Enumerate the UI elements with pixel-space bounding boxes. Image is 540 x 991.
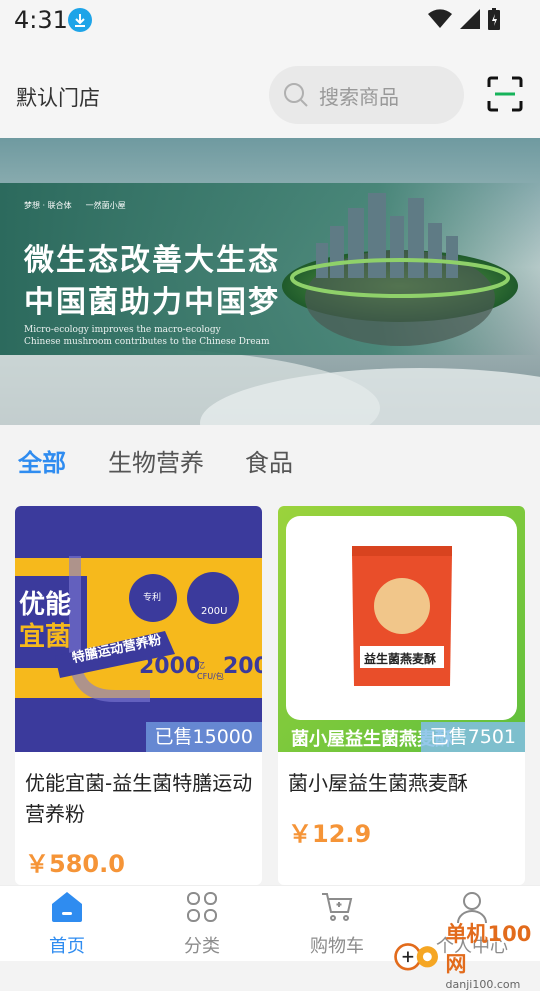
download-icon	[68, 8, 92, 32]
watermark-en: danji100.com	[445, 978, 521, 991]
product-card[interactable]: 优能 宜菌 特膳运动营养粉 专利 200U 2000 亿 CFU/包 2000 …	[15, 506, 262, 885]
product-name: 优能宜菌-益生菌特膳运动营养粉	[25, 771, 253, 826]
status-time: 4:31	[14, 6, 68, 34]
tab-food[interactable]: 食品	[245, 443, 293, 478]
top-header: 默认门店 搜索商品	[0, 52, 540, 138]
product-image-badge-2: 200U	[201, 606, 228, 617]
promo-banner[interactable]: 梦想 · 联合体 一然菌小屋 微生态改善大生态 中国菌助力中国梦 Micro-e…	[0, 138, 540, 425]
cart-icon	[322, 893, 353, 921]
nav-home-label: 首页	[49, 936, 85, 957]
search-icon	[284, 83, 308, 107]
banner-headline-1: 微生态改善大生态	[24, 243, 280, 278]
brand-left: 梦想 · 联合体	[24, 201, 72, 210]
sold-count-badge: 已售15000	[145, 722, 262, 752]
nav-cart-label: 购物车	[310, 936, 364, 957]
scan-icon[interactable]	[487, 76, 523, 112]
nav-category-label: 分类	[184, 936, 220, 957]
tab-bio-nutrition[interactable]: 生物营养	[108, 443, 204, 478]
product-image-stat-1-unit: 亿 CFU/包	[197, 661, 224, 681]
nav-category[interactable]: 分类	[157, 890, 247, 958]
product-image-title-2: 宜菌	[19, 622, 72, 652]
store-selector[interactable]: 默认门店	[16, 82, 100, 112]
search-input[interactable]: 搜索商品	[269, 66, 464, 124]
search-placeholder: 搜索商品	[319, 84, 399, 109]
category-tabs: 全部 生物营养 食品	[0, 425, 540, 493]
wifi-icon	[428, 9, 452, 28]
signal-icon	[460, 9, 480, 29]
nav-cart[interactable]: 购物车	[292, 890, 382, 958]
product-image-stat-1: 2000	[139, 654, 201, 679]
battery-icon	[488, 8, 500, 30]
product-image-badge-1: 专利	[143, 593, 162, 603]
watermark-cn: 单机100网	[445, 922, 532, 976]
product-price: ￥580.0	[25, 850, 125, 878]
banner-brand: 梦想 · 联合体 一然菌小屋	[24, 200, 126, 211]
status-bar: 4:31	[0, 0, 540, 52]
tab-all[interactable]: 全部	[18, 443, 66, 478]
nav-home[interactable]: 首页	[22, 890, 112, 958]
product-image-stat-2: 2000	[223, 654, 262, 679]
product-card[interactable]: 益生菌燕麦酥 菌小屋益生菌燕麦酥 已售7501 菌小屋益生菌燕麦酥 ￥12.9	[278, 506, 525, 885]
brand-right: 一然菌小屋	[85, 201, 126, 210]
banner-text: 微生态改善大生态 中国菌助力中国梦 Micro-ecology improves…	[24, 240, 280, 348]
banner-subtitle-1: Micro-ecology improves the macro-ecology	[24, 325, 221, 335]
sold-count-badge: 已售7501	[420, 722, 525, 752]
banner-subtitle-2: Chinese mushroom contributes to the Chin…	[24, 337, 270, 347]
watermark: 单机100网 danji100.com	[392, 918, 540, 991]
product-price: ￥12.9	[288, 820, 372, 848]
home-icon	[52, 892, 82, 922]
product-name: 菌小屋益生菌燕麦酥	[288, 771, 468, 795]
watermark-logo-icon	[394, 942, 438, 970]
banner-headline-2: 中国菌助力中国梦	[24, 285, 280, 320]
category-icon	[187, 892, 217, 922]
package-text: 益生菌燕麦酥	[364, 652, 437, 666]
product-image: 优能 宜菌 特膳运动营养粉 专利 200U 2000 亿 CFU/包 2000	[15, 506, 262, 752]
product-image: 益生菌燕麦酥 菌小屋益生菌燕麦酥	[278, 506, 525, 752]
